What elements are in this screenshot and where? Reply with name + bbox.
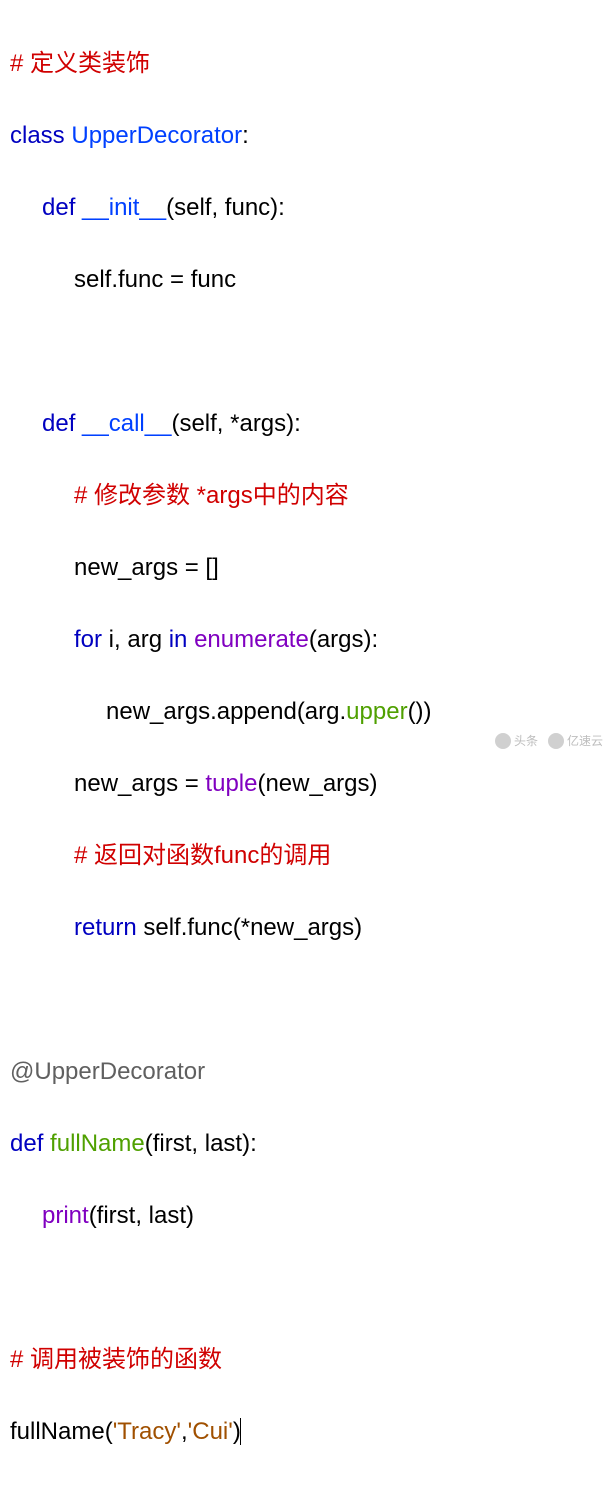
builtin: tuple — [205, 770, 257, 797]
watermark: 头条 亿速云 — [495, 732, 603, 750]
decorator: @UpperDecorator — [10, 1058, 205, 1085]
code-text: (new_args) — [257, 770, 377, 797]
method-name: __init__ — [82, 194, 166, 221]
class-name: UpperDecorator — [71, 122, 242, 149]
code-text: i, arg — [102, 626, 169, 653]
comment: # 修改参数 *args中的内容 — [74, 482, 349, 509]
code-text: self.func(*new_args) — [137, 914, 362, 941]
code-text: new_args.append(arg. — [106, 698, 346, 725]
watermark-left: 头条 — [495, 732, 538, 750]
comment: # 定义类装饰 — [10, 50, 150, 77]
string: 'Tracy' — [113, 1418, 181, 1445]
keyword-in: in — [169, 626, 188, 653]
function-name: fullName — [50, 1130, 145, 1157]
params: (self, func): — [166, 194, 285, 221]
code-text: new_args = — [74, 770, 205, 797]
comment: # 调用被装饰的函数 — [10, 1346, 222, 1373]
yisu-icon — [548, 733, 564, 749]
code-text: fullName( — [10, 1418, 113, 1445]
string: 'Cui' — [188, 1418, 233, 1445]
punct: , — [181, 1418, 188, 1445]
code-text: self.func = func — [74, 266, 236, 293]
watermark-text: 头条 — [514, 732, 538, 750]
keyword-def: def — [42, 194, 75, 221]
comment: # 返回对函数func的调用 — [74, 842, 331, 869]
code-text: ()) — [408, 698, 432, 725]
keyword-def: def — [42, 410, 75, 437]
keyword-for: for — [74, 626, 102, 653]
keyword-return: return — [74, 914, 137, 941]
watermark-text: 亿速云 — [567, 732, 603, 750]
toutiao-icon — [495, 733, 511, 749]
watermark-right: 亿速云 — [548, 732, 603, 750]
text-cursor — [240, 1418, 241, 1445]
method-call: upper — [346, 698, 407, 725]
keyword-class: class — [10, 122, 65, 149]
code-text: (args): — [309, 626, 378, 653]
code-text: (first, last) — [89, 1202, 194, 1229]
builtin: print — [42, 1202, 89, 1229]
params: (first, last): — [145, 1130, 257, 1157]
method-name: __call__ — [82, 410, 171, 437]
keyword-def: def — [10, 1130, 43, 1157]
code-text: new_args = [] — [74, 554, 219, 581]
punct: : — [242, 122, 249, 149]
params: (self, *args): — [171, 410, 300, 437]
builtin: enumerate — [194, 626, 309, 653]
